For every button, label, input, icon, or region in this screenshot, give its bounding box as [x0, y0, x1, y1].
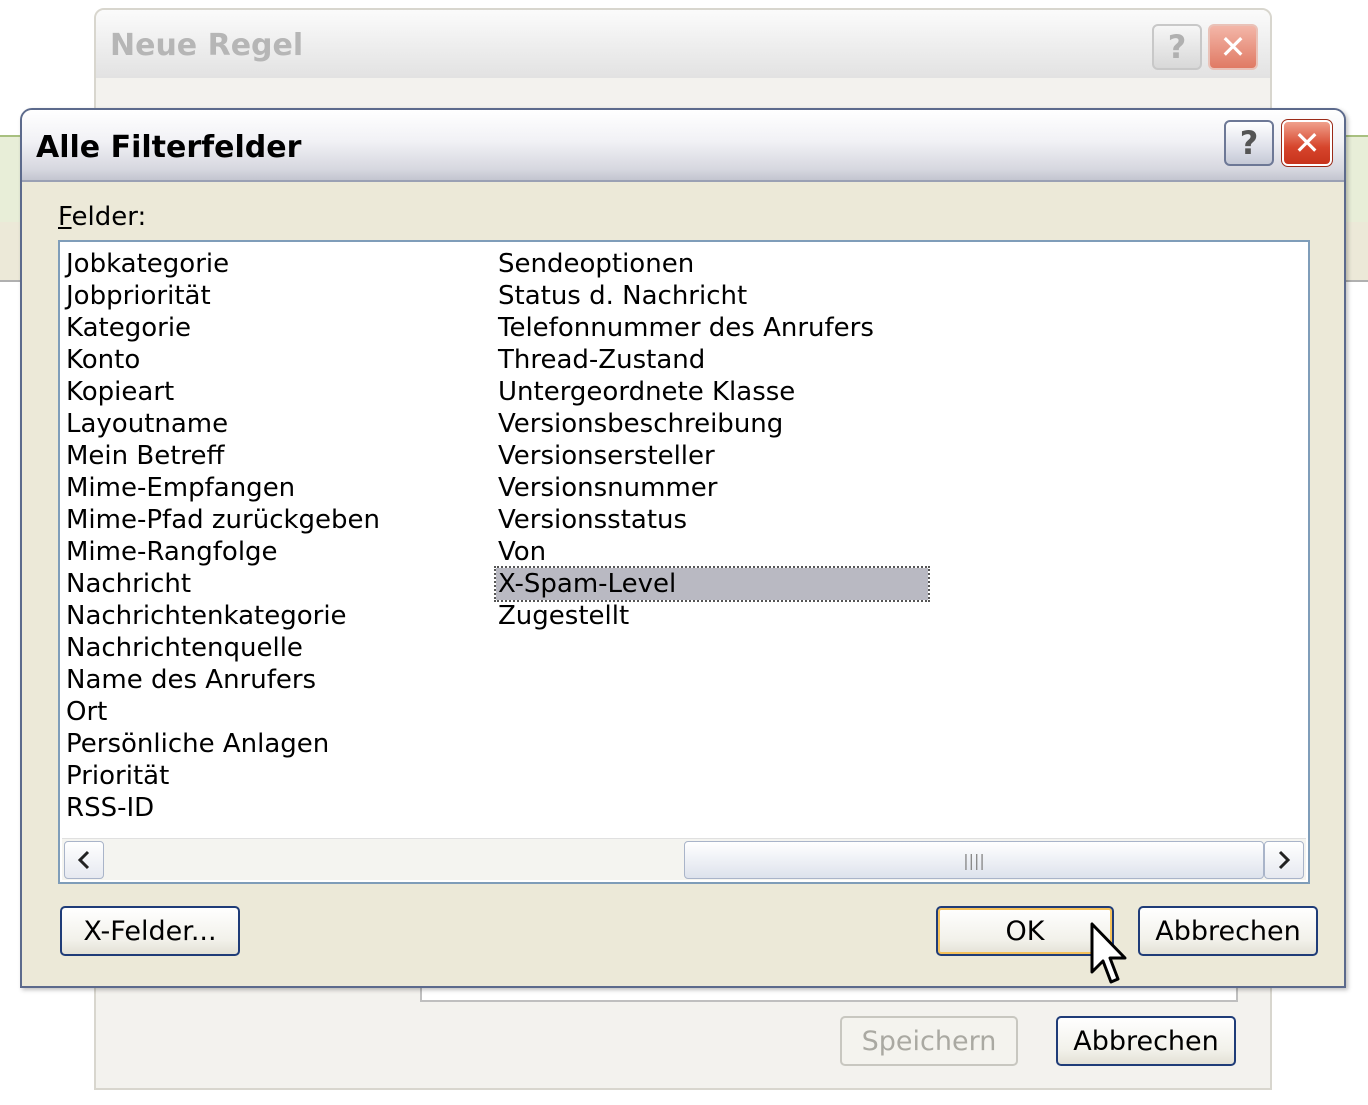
help-icon[interactable]: ?: [1224, 120, 1274, 166]
felder-label: Felder:: [58, 202, 146, 232]
list-item[interactable]: Mime-Pfad zurückgeben: [64, 504, 382, 536]
list-item[interactable]: Von: [496, 536, 928, 568]
scroll-right-icon[interactable]: [1264, 841, 1304, 879]
fields-column-2: Sendeoptionen Status d. Nachricht Telefonn…: [494, 248, 930, 632]
list-item[interactable]: Priorität: [64, 760, 382, 792]
close-icon[interactable]: ✕: [1208, 24, 1258, 70]
list-item[interactable]: Untergeordnete Klasse: [496, 376, 928, 408]
close-icon[interactable]: ✕: [1281, 119, 1333, 167]
list-item[interactable]: RSS-ID: [64, 792, 382, 824]
list-item[interactable]: Versionsnummer: [496, 472, 928, 504]
list-item[interactable]: Nachrichtenquelle: [64, 632, 382, 664]
scroll-left-icon[interactable]: [64, 841, 104, 879]
alle-filterfelder-dialog: Alle Filterfelder ? ✕ Felder: Jobkategor…: [20, 108, 1346, 988]
list-item[interactable]: Jobkategorie: [64, 248, 382, 280]
list-item[interactable]: Versionsersteller: [496, 440, 928, 472]
list-item[interactable]: Kategorie: [64, 312, 382, 344]
list-item[interactable]: Zugestellt: [496, 600, 928, 632]
neue-regel-titlebar: Neue Regel ? ✕: [96, 10, 1270, 78]
list-item[interactable]: Versionsstatus: [496, 504, 928, 536]
list-item[interactable]: Nachrichtenkategorie: [64, 600, 382, 632]
list-item[interactable]: Jobpriorität: [64, 280, 382, 312]
list-item[interactable]: Mein Betreff: [64, 440, 382, 472]
save-button[interactable]: Speichern: [840, 1016, 1018, 1066]
list-item[interactable]: Telefonnummer des Anrufers: [496, 312, 928, 344]
scroll-thumb[interactable]: ||||: [684, 841, 1264, 879]
list-item[interactable]: Layoutname: [64, 408, 382, 440]
x-felder-button[interactable]: X-Felder...: [60, 906, 240, 956]
neue-regel-title: Neue Regel: [110, 28, 304, 63]
list-item[interactable]: Ort: [64, 696, 382, 728]
list-item[interactable]: Status d. Nachricht: [496, 280, 928, 312]
list-item[interactable]: Persönliche Anlagen: [64, 728, 382, 760]
neue-regel-cancel-button[interactable]: Abbrechen: [1056, 1016, 1236, 1066]
cancel-button[interactable]: Abbrechen: [1138, 906, 1318, 956]
dialog-title: Alle Filterfelder: [36, 130, 302, 165]
horizontal-scrollbar[interactable]: ||||: [62, 838, 1306, 880]
list-item[interactable]: Thread-Zustand: [496, 344, 928, 376]
felder-label-accesskey: F: [58, 202, 72, 232]
felder-label-text: elder:: [71, 202, 147, 232]
fields-listbox[interactable]: Jobkategorie Jobpriorität Kategorie Konto Ko…: [58, 240, 1310, 884]
list-item[interactable]: Nachricht: [64, 568, 382, 600]
list-item[interactable]: Mime-Rangfolge: [64, 536, 382, 568]
list-item[interactable]: Konto: [64, 344, 382, 376]
help-icon[interactable]: ?: [1152, 24, 1202, 70]
list-item[interactable]: Mime-Empfangen: [64, 472, 382, 504]
list-item[interactable]: Sendeoptionen: [496, 248, 928, 280]
mouse-cursor-icon: [1090, 922, 1127, 984]
ok-button[interactable]: OK: [936, 906, 1114, 956]
list-item[interactable]: Versionsbeschreibung: [496, 408, 928, 440]
fields-column-1: Jobkategorie Jobpriorität Kategorie Konto Ko…: [64, 248, 382, 824]
list-item[interactable]: X-Spam-Level: [494, 566, 930, 602]
list-item[interactable]: Kopieart: [64, 376, 382, 408]
list-item[interactable]: Name des Anrufers: [64, 664, 382, 696]
dialog-titlebar[interactable]: Alle Filterfelder ? ✕: [22, 110, 1344, 182]
